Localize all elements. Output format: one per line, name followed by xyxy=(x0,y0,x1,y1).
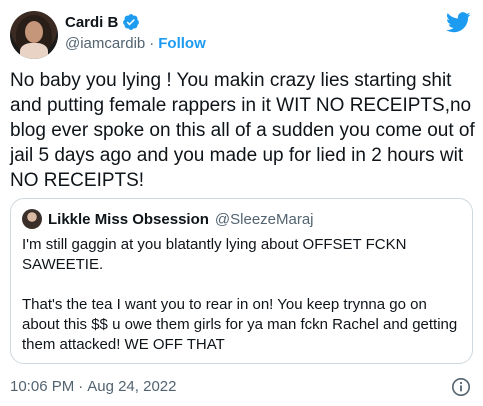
verified-badge-icon xyxy=(123,14,140,30)
info-icon[interactable] xyxy=(451,377,471,397)
quoted-tweet[interactable]: Likkle Miss Obsession @SleezeMaraj I'm s… xyxy=(10,198,473,364)
quoted-author-avatar xyxy=(22,209,42,229)
tweet-card: Cardi B @iamcardib · Follow No baby you … xyxy=(0,0,483,406)
author-display-name[interactable]: Cardi B xyxy=(65,14,118,31)
tweet-timestamp[interactable]: 10:06 PM · Aug 24, 2022 xyxy=(10,378,176,395)
separator-dot: · xyxy=(149,35,155,52)
tweet-time: 10:06 PM xyxy=(10,378,75,395)
twitter-bird-icon[interactable] xyxy=(446,12,471,33)
quoted-author-handle: @SleezeMaraj xyxy=(214,210,314,228)
author-handle[interactable]: @iamcardib xyxy=(65,35,145,52)
author-handle-row: @iamcardib · Follow xyxy=(65,35,206,52)
quoted-author-name: Likkle Miss Obsession xyxy=(48,210,209,228)
timestamp-separator: · xyxy=(78,378,84,395)
tweet-text: No baby you lying ! You makin crazy lies… xyxy=(10,70,475,191)
quoted-tweet-text: I'm still gaggin at you blatantly lying … xyxy=(22,236,458,353)
follow-button[interactable]: Follow xyxy=(158,35,206,52)
tweet-date: Aug 24, 2022 xyxy=(87,378,177,395)
author-avatar[interactable] xyxy=(10,11,58,59)
quoted-tweet-header: Likkle Miss Obsession @SleezeMaraj xyxy=(22,209,314,229)
author-name-row: Cardi B xyxy=(65,13,140,31)
